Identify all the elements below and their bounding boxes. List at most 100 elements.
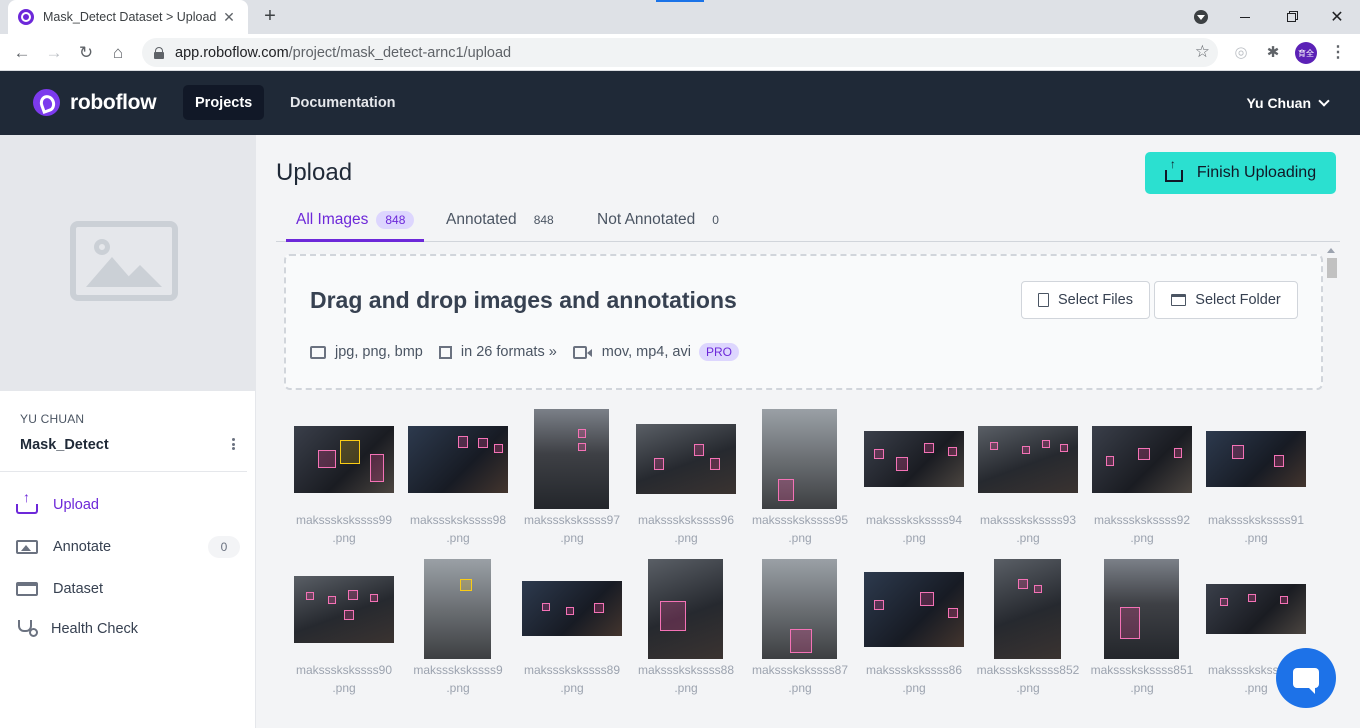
image-thumbnail[interactable]: [994, 559, 1061, 659]
annotation-formats-link[interactable]: in 26 formats»: [438, 344, 557, 360]
sidebar-item-health-check[interactable]: Health Check: [16, 615, 240, 643]
image-filename: makssskskssss97 .png: [523, 513, 621, 545]
user-menu[interactable]: Yu Chuan: [1246, 95, 1330, 111]
image-thumbnail[interactable]: [636, 424, 736, 494]
browser-menu-icon[interactable]: ⋮: [1327, 42, 1349, 64]
image-card[interactable]: makssskskssss92 .png: [1085, 408, 1199, 548]
image-filename: makssskskssss92 .png: [1093, 513, 1191, 545]
image-card[interactable]: makssskskssss851 .png: [1085, 558, 1199, 698]
image-filename: makssskskssss94 .png: [865, 513, 963, 545]
image-thumbnail[interactable]: [648, 559, 723, 659]
close-icon: ✕: [1330, 9, 1344, 26]
lock-icon: [154, 46, 164, 59]
image-card[interactable]: makssskskssss96 .png: [629, 408, 743, 548]
nav-projects[interactable]: Projects: [183, 85, 265, 120]
roboflow-favicon-icon: [18, 9, 34, 25]
image-card[interactable]: makssskskssss9 .png: [401, 558, 515, 698]
image-card[interactable]: makssskskssss95 .png: [743, 408, 857, 548]
restore-button[interactable]: [1268, 0, 1314, 34]
image-card[interactable]: makssskskssss90 .png: [287, 558, 401, 698]
project-options-icon[interactable]: [229, 436, 237, 452]
page-title: Upload: [276, 159, 353, 186]
image-thumbnail[interactable]: [1104, 559, 1179, 659]
image-card[interactable]: makssskskssss86 .png: [857, 558, 971, 698]
scroll-up-arrow-icon[interactable]: [1327, 248, 1335, 253]
image-thumbnail[interactable]: [294, 576, 394, 643]
image-thumbnail[interactable]: [1092, 426, 1192, 493]
image-thumbnail[interactable]: [978, 426, 1078, 493]
sidebar-item-annotate[interactable]: Annotate 0: [16, 533, 240, 561]
address-bar: ← → ↻ ⌂ app.roboflow.com/project/mask_de…: [0, 34, 1360, 71]
reload-button[interactable]: ↻: [72, 39, 100, 67]
image-thumbnail[interactable]: [424, 559, 491, 659]
image-card[interactable]: makssskskssss852 .png: [971, 558, 1085, 698]
image-thumbnail[interactable]: [294, 426, 394, 493]
double-chevron-right-icon: »: [548, 344, 557, 360]
image-thumbnail[interactable]: [1206, 431, 1306, 487]
image-card[interactable]: makssskskssss89 .png: [515, 558, 629, 698]
image-thumbnail[interactable]: [762, 559, 837, 659]
extensions-puzzle-icon[interactable]: ✱: [1262, 42, 1284, 64]
select-folder-button[interactable]: Select Folder: [1154, 281, 1298, 319]
image-placeholder-icon: [70, 221, 178, 301]
image-thumbnail[interactable]: [864, 431, 964, 487]
home-icon: ⌂: [112, 43, 124, 62]
image-card[interactable]: makssskskssss98 .png: [401, 408, 515, 548]
tab-count-badge: 848: [524, 211, 563, 229]
browser-tab[interactable]: Mask_Detect Dataset > Upload ✕: [8, 0, 248, 34]
scrollbar-thumb[interactable]: [1327, 258, 1337, 278]
image-thumbnail[interactable]: [864, 572, 964, 647]
image-card[interactable]: makssskskssss87 .png: [743, 558, 857, 698]
image-filename: makssskskssss91 .png: [1207, 513, 1305, 545]
minimize-button[interactable]: [1222, 0, 1268, 34]
sidebar-item-dataset[interactable]: Dataset: [16, 575, 240, 603]
image-card[interactable]: makssskskssss91 .png: [1199, 408, 1313, 548]
image-thumbnail[interactable]: [1206, 584, 1306, 634]
folder-icon: [1171, 294, 1187, 306]
browser-tab-strip: Mask_Detect Dataset > Upload ✕ + ✕: [0, 0, 1360, 34]
sidebar-item-label: Dataset: [53, 581, 103, 597]
image-filename: makssskskssss90 .png: [295, 663, 393, 695]
image-card[interactable]: makssskskssss94 .png: [857, 408, 971, 548]
image-card[interactable]: makssskskssss88 .png: [629, 558, 743, 698]
profile-avatar[interactable]: 育全: [1295, 42, 1317, 64]
new-tab-button[interactable]: +: [258, 4, 282, 28]
url-path: /project/mask_detect-arnc1/upload: [288, 44, 512, 61]
close-tab-icon[interactable]: ✕: [220, 9, 238, 26]
image-thumbnail[interactable]: [534, 409, 609, 509]
image-card[interactable]: makssskskssss99 .png: [287, 408, 401, 548]
image-thumbnail[interactable]: [762, 409, 837, 509]
close-window-button[interactable]: ✕: [1314, 0, 1360, 34]
back-button[interactable]: ←: [8, 39, 36, 67]
tab-annotated[interactable]: Annotated 848: [446, 199, 563, 241]
image-filename: makssskskssss98 .png: [409, 513, 507, 545]
image-card[interactable]: makssskskssss97 .png: [515, 408, 629, 548]
tab-label: Not Annotated: [597, 211, 696, 228]
nav-documentation[interactable]: Documentation: [278, 85, 408, 120]
roboflow-logo[interactable]: roboflow: [33, 89, 157, 116]
select-files-label: Select Files: [1058, 292, 1133, 308]
image-card[interactable]: makssskskssss93 .png: [971, 408, 1085, 548]
project-name: Mask_Detect: [20, 437, 109, 453]
tab-loading-indicator: [656, 0, 704, 2]
tab-all-images[interactable]: All Images 848: [286, 199, 425, 242]
sidebar-item-upload[interactable]: Upload: [16, 489, 240, 519]
image-filename: makssskskssss88 .png: [637, 663, 735, 695]
image-thumbnail[interactable]: [522, 581, 622, 636]
forward-button[interactable]: →: [40, 39, 68, 67]
chat-button[interactable]: [1276, 648, 1336, 708]
tab-search-button[interactable]: [1178, 0, 1224, 34]
finish-uploading-button[interactable]: Finish Uploading: [1145, 152, 1336, 194]
tab-not-annotated[interactable]: Not Annotated 0: [597, 199, 728, 241]
extension-eye-icon[interactable]: ◎: [1230, 42, 1252, 64]
select-files-button[interactable]: Select Files: [1021, 281, 1150, 319]
home-button[interactable]: ⌂: [104, 39, 132, 67]
pro-badge: PRO: [698, 343, 739, 361]
image-thumbnail[interactable]: [408, 426, 508, 493]
arrow-right-icon: →: [45, 43, 63, 62]
upload-dropzone[interactable]: Drag and drop images and annotations jpg…: [284, 254, 1323, 390]
url-field[interactable]: app.roboflow.com/project/mask_detect-arn…: [142, 38, 1218, 67]
bookmark-star-icon[interactable]: ☆: [1195, 42, 1210, 62]
dropzone-title: Drag and drop images and annotations: [310, 287, 737, 313]
image-filter-tabs: All Images 848 Annotated 848 Not Annotat…: [276, 199, 1340, 242]
